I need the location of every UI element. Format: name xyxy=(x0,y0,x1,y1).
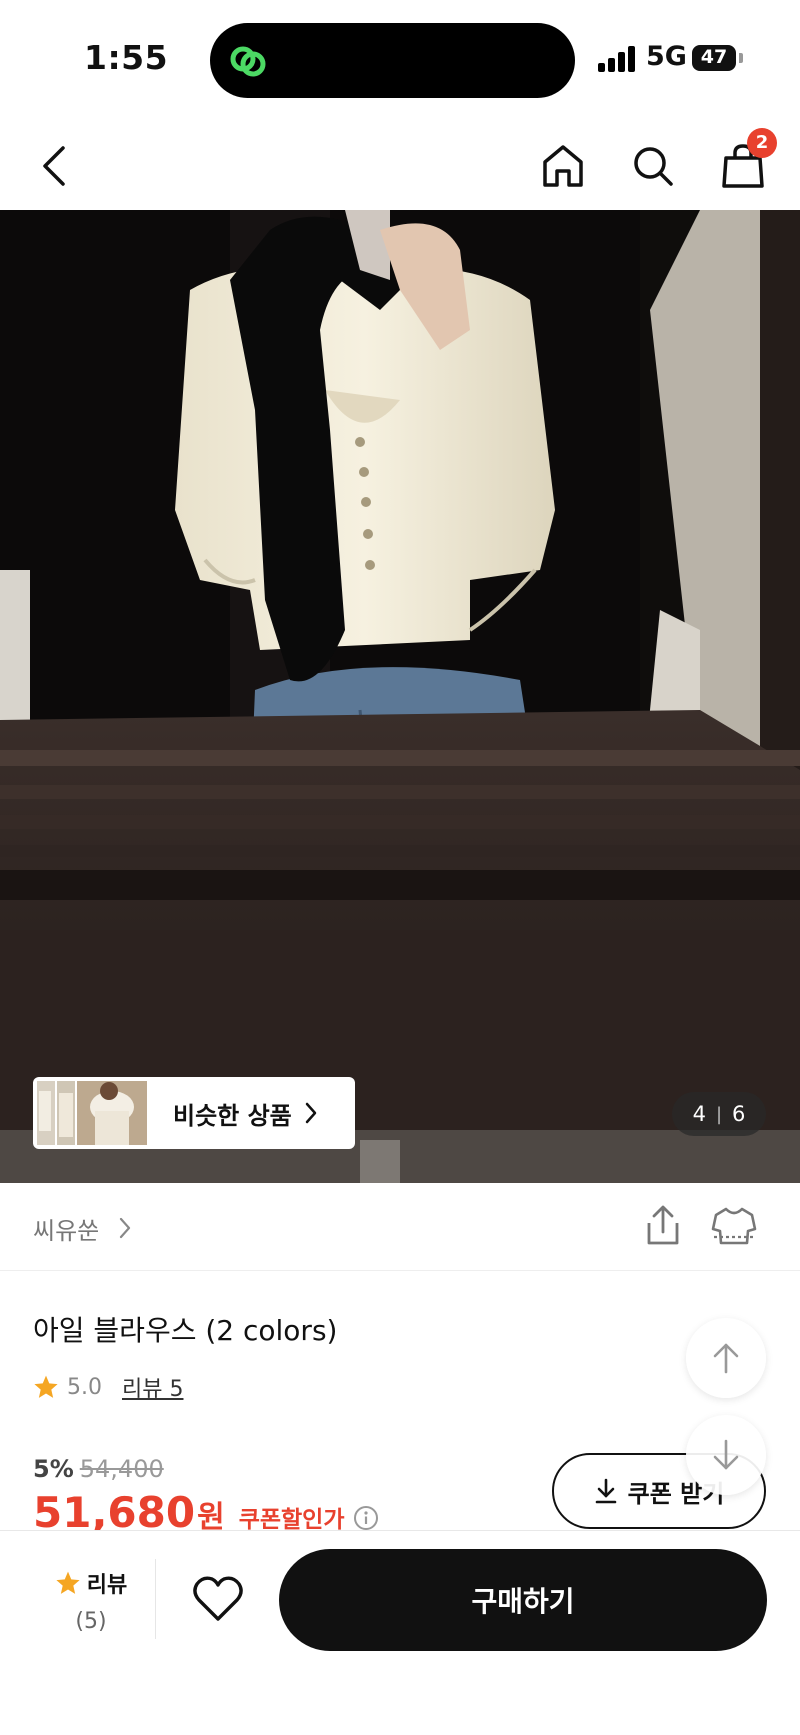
home-icon xyxy=(543,145,583,187)
app-link-icon xyxy=(230,46,266,77)
counter-separator: | xyxy=(715,1103,723,1125)
bottom-review-label: 리뷰 xyxy=(86,1573,128,1598)
arrow-up-icon xyxy=(713,1343,739,1374)
seller-row: 씨유쑨 xyxy=(0,1183,800,1271)
current-image-index: 4 xyxy=(692,1102,706,1126)
dynamic-island xyxy=(210,23,575,98)
price-discount-row: 5% 54,400 xyxy=(33,1455,164,1483)
star-icon xyxy=(56,1571,80,1594)
battery-cap xyxy=(739,53,743,63)
share-icon[interactable] xyxy=(640,1203,686,1249)
bottom-divider xyxy=(155,1559,156,1639)
similar-thumbnail-image xyxy=(37,1081,147,1145)
coupon-price-label: 쿠폰할인가 xyxy=(238,1507,345,1533)
chevron-right-icon xyxy=(119,1217,131,1239)
network-label: 5G xyxy=(646,41,687,72)
rating-row: 5.0 리뷰 5 xyxy=(33,1371,183,1403)
original-price: 54,400 xyxy=(79,1455,164,1483)
scroll-to-bottom-button[interactable] xyxy=(686,1415,766,1495)
cart-count-badge: 2 xyxy=(747,128,777,158)
search-icon xyxy=(634,147,673,186)
seller-name-link[interactable]: 씨유쑨 xyxy=(33,1211,99,1246)
cart-button[interactable]: 2 xyxy=(715,128,777,194)
product-image-gallery[interactable]: 비슷한 상품 4 | 6 xyxy=(0,210,800,1183)
scroll-to-top-button[interactable] xyxy=(686,1318,766,1398)
product-title: 아일 블라우스 (2 colors) xyxy=(33,1314,338,1347)
status-bar: 1:55 5G 47 xyxy=(0,0,800,118)
rating-value: 5.0 xyxy=(67,1374,102,1400)
total-image-count: 6 xyxy=(732,1102,746,1126)
similar-products-thumbnails xyxy=(37,1081,147,1145)
back-button[interactable] xyxy=(27,138,83,194)
battery-level: 47 xyxy=(700,46,728,68)
image-page-counter: 4 | 6 xyxy=(672,1092,766,1136)
download-icon xyxy=(595,1478,616,1504)
try-on-clothing-icon[interactable] xyxy=(710,1203,758,1249)
info-icon[interactable] xyxy=(353,1505,379,1531)
back-icon xyxy=(43,146,65,186)
heart-icon[interactable] xyxy=(190,1571,246,1627)
similar-products-button[interactable]: 비슷한 상품 xyxy=(33,1077,355,1149)
product-photo xyxy=(0,210,800,1183)
status-time: 1:55 xyxy=(84,38,169,77)
chevron-right-icon xyxy=(305,1102,317,1124)
home-button[interactable] xyxy=(535,138,591,194)
search-button[interactable] xyxy=(625,138,681,194)
bottom-action-bar: 리뷰 (5) 구매하기 xyxy=(0,1530,800,1735)
bottom-review-button[interactable]: 리뷰 (5) xyxy=(30,1567,152,1634)
top-navigation: 2 xyxy=(0,118,800,210)
cellular-signal-icon xyxy=(598,46,638,72)
review-count-link[interactable]: 리뷰 5 xyxy=(122,1371,183,1403)
buy-now-button[interactable]: 구매하기 xyxy=(279,1549,767,1651)
discount-rate: 5% xyxy=(33,1455,74,1483)
bottom-review-count: (5) xyxy=(75,1609,107,1634)
star-icon xyxy=(34,1375,58,1398)
arrow-down-icon xyxy=(713,1439,739,1470)
similar-products-label: 비슷한 상품 xyxy=(173,1101,292,1130)
battery-icon: 47 xyxy=(692,45,736,71)
